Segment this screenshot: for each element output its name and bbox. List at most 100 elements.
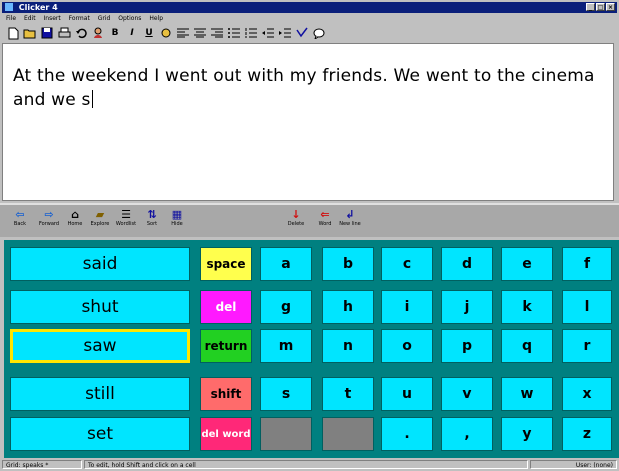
delete-word-icon: ⇐ <box>320 208 330 221</box>
letter-key[interactable]: n <box>322 329 374 363</box>
align-left-icon[interactable] <box>176 26 190 40</box>
outdent-icon[interactable] <box>261 26 275 40</box>
letter-key[interactable]: d <box>441 247 493 281</box>
print-icon[interactable] <box>57 26 71 40</box>
document-text: At the weekend I went out with my friend… <box>13 66 595 110</box>
explore-label: Explore <box>90 221 110 227</box>
letter-key[interactable]: s <box>260 377 312 411</box>
letter-key[interactable]: u <box>381 377 433 411</box>
align-right-icon[interactable] <box>210 26 224 40</box>
indent-icon[interactable] <box>278 26 292 40</box>
letter-key[interactable]: x <box>562 377 612 411</box>
delete-icon: ↓ <box>291 208 301 221</box>
letter-key[interactable]: i <box>381 290 433 324</box>
sort-button[interactable]: ⇅ Sort <box>140 209 164 227</box>
document-area[interactable]: At the weekend I went out with my friend… <box>2 43 614 201</box>
wordlist-button[interactable]: ☰ Wordlist <box>114 209 138 227</box>
undo-icon[interactable] <box>74 26 88 40</box>
letter-key[interactable]: z <box>562 417 612 451</box>
toolbar: B I U <box>2 24 617 42</box>
word-key[interactable]: still <box>10 377 190 411</box>
underline-icon[interactable]: U <box>142 26 156 40</box>
letter-key[interactable]: e <box>501 247 553 281</box>
bullet-list-icon[interactable] <box>227 26 241 40</box>
app-icon <box>5 3 13 11</box>
letter-key[interactable]: p <box>441 329 493 363</box>
speak-icon[interactable] <box>91 26 105 40</box>
menu-format[interactable]: Format <box>69 15 90 22</box>
menu-help[interactable]: Help <box>149 15 163 22</box>
letter-key[interactable]: c <box>381 247 433 281</box>
letter-key[interactable]: m <box>260 329 312 363</box>
letter-key[interactable]: l <box>562 290 612 324</box>
wordlist-icon: ☰ <box>121 208 131 221</box>
italic-icon[interactable]: I <box>125 26 139 40</box>
minimize-button[interactable]: _ <box>586 3 595 11</box>
hide-button[interactable]: ▦ Hide <box>165 209 189 227</box>
open-folder-icon[interactable] <box>23 26 37 40</box>
status-user: User: (none) <box>530 460 617 469</box>
control-key[interactable]: return <box>200 329 252 363</box>
spellcheck-icon[interactable] <box>295 26 309 40</box>
menu-edit[interactable]: Edit <box>24 15 36 22</box>
document-text-container: At the weekend I went out with my friend… <box>13 64 605 112</box>
new-document-icon[interactable] <box>6 26 20 40</box>
control-key[interactable]: shift <box>200 377 252 411</box>
word-key[interactable]: saw <box>10 329 190 363</box>
delete-word-button[interactable]: ⇐ Word <box>313 209 337 227</box>
letter-key[interactable]: k <box>501 290 553 324</box>
forward-label: Forward <box>38 221 60 227</box>
status-hint: To edit, hold Shift and click on a cell <box>84 460 528 469</box>
save-icon[interactable] <box>40 26 54 40</box>
new-line-button[interactable]: ↲ New line <box>338 209 362 227</box>
menu-grid[interactable]: Grid <box>98 15 111 22</box>
letter-key[interactable]: g <box>260 290 312 324</box>
numbered-list-icon[interactable] <box>244 26 258 40</box>
title-bar: Clicker 4 _ □ × <box>2 2 617 13</box>
letter-key[interactable]: . <box>381 417 433 451</box>
word-key[interactable]: said <box>10 247 190 281</box>
speech-bubble-icon[interactable] <box>312 26 326 40</box>
sort-label: Sort <box>146 221 158 227</box>
letter-key[interactable]: , <box>441 417 493 451</box>
home-label: Home <box>67 221 83 227</box>
forward-button[interactable]: ⇨ Forward <box>37 209 61 227</box>
menu-insert[interactable]: Insert <box>44 15 61 22</box>
home-icon: ⌂ <box>71 208 79 221</box>
explore-button[interactable]: ▰ Explore <box>88 209 112 227</box>
menu-options[interactable]: Options <box>118 15 141 22</box>
control-key[interactable]: del word <box>200 417 252 451</box>
letter-key[interactable]: q <box>501 329 553 363</box>
align-center-icon[interactable] <box>193 26 207 40</box>
word-label: Word <box>318 221 332 227</box>
arrow-left-icon: ⇦ <box>15 208 25 221</box>
maximize-button[interactable]: □ <box>596 3 605 11</box>
letter-key[interactable]: f <box>562 247 612 281</box>
letter-key[interactable]: j <box>441 290 493 324</box>
word-key[interactable]: shut <box>10 290 190 324</box>
letter-key[interactable]: r <box>562 329 612 363</box>
back-button[interactable]: ⇦ Back <box>8 209 32 227</box>
letter-key[interactable]: h <box>322 290 374 324</box>
home-button[interactable]: ⌂ Home <box>63 209 87 227</box>
clicker-grid: said space a b c d e f shut del g h i j k l saw return m n o… <box>4 240 619 471</box>
hide-label: Hide <box>171 221 183 227</box>
control-key[interactable]: del <box>200 290 252 324</box>
letter-key[interactable]: b <box>322 247 374 281</box>
letter-key[interactable]: v <box>441 377 493 411</box>
new-line-icon: ↲ <box>345 208 355 221</box>
letter-key[interactable]: a <box>260 247 312 281</box>
control-key[interactable]: space <box>200 247 252 281</box>
window-title: Clicker 4 <box>18 3 58 12</box>
font-icon[interactable] <box>159 26 173 40</box>
menu-file[interactable]: File <box>6 15 16 22</box>
letter-key[interactable]: o <box>381 329 433 363</box>
hide-icon: ▦ <box>171 208 183 221</box>
word-key[interactable]: set <box>10 417 190 451</box>
bold-icon[interactable]: B <box>108 26 122 40</box>
letter-key[interactable]: y <box>501 417 553 451</box>
letter-key[interactable]: w <box>501 377 553 411</box>
delete-button[interactable]: ↓ Delete <box>284 209 308 227</box>
letter-key[interactable]: t <box>322 377 374 411</box>
close-button[interactable]: × <box>606 3 615 11</box>
